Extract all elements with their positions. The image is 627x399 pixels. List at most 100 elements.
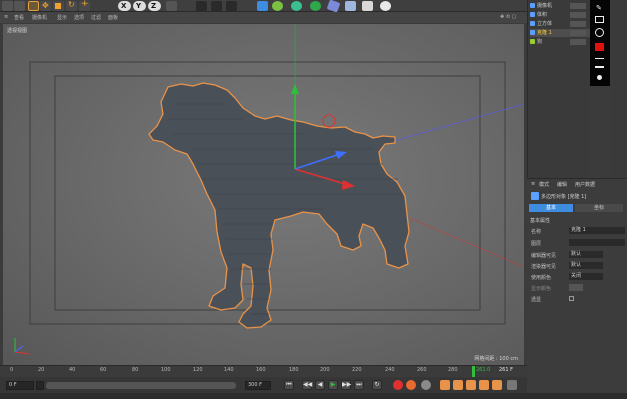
menu-panel[interactable]: 面板	[108, 14, 118, 21]
attr-label-display-color: 显示颜色	[531, 286, 552, 292]
viewport-nav-icons[interactable]: ✥ ⟲ ▢	[500, 14, 516, 20]
attr-menu-mode[interactable]: 模式	[539, 181, 549, 188]
parameter-key-icon[interactable]	[479, 380, 489, 390]
pen-icon[interactable]: ✎	[596, 4, 604, 12]
min-spinner-icon[interactable]	[36, 381, 44, 390]
cube-icon[interactable]	[257, 1, 268, 11]
field-icon[interactable]	[326, 0, 341, 13]
attr-menu-edit[interactable]: 编辑	[557, 181, 567, 188]
timeline-tick: 180	[289, 367, 299, 373]
circle-icon[interactable]	[595, 28, 604, 37]
range-slider[interactable]	[46, 382, 236, 389]
transform-tool-icon[interactable]: +	[79, 0, 90, 11]
point-level-key-icon[interactable]	[492, 380, 502, 390]
tab-basic[interactable]: 基本	[529, 204, 573, 212]
position-key-icon[interactable]	[440, 380, 450, 390]
scale-tool-icon[interactable]	[53, 1, 64, 11]
menu-view[interactable]: 查看	[14, 14, 24, 21]
dot-icon[interactable]	[597, 75, 602, 80]
menu-cameras[interactable]: 摄像机	[32, 14, 47, 21]
render-settings-icon[interactable]	[226, 1, 237, 11]
grid-spacing-label: 网格间距 : 100 cm	[474, 356, 518, 362]
axis-y-button[interactable]: Y	[133, 1, 146, 11]
name-field[interactable]: 克隆 1	[569, 227, 625, 234]
redo-icon[interactable]	[14, 1, 25, 11]
play-button[interactable]: ▶	[328, 380, 338, 390]
scale-key-icon[interactable]	[453, 380, 463, 390]
main-toolbar: ✥ ↻ + X Y Z	[0, 0, 527, 13]
undo-icon[interactable]	[2, 1, 13, 11]
coordinate-system-icon[interactable]	[166, 1, 177, 11]
timeline-tick: 160	[256, 367, 266, 373]
record-keyframe-icon[interactable]	[393, 380, 403, 390]
move-tool-icon[interactable]: ✥	[40, 1, 51, 11]
world-axis-x	[14, 351, 30, 355]
polygon-object-icon	[531, 192, 539, 200]
timeline-tick: 0	[10, 367, 14, 373]
cube-object-icon	[530, 21, 535, 26]
layer-field[interactable]	[569, 239, 625, 246]
object-item-selected[interactable]: 克隆 1	[530, 29, 590, 37]
previous-key-button[interactable]: ◀◀	[302, 380, 312, 390]
attr-menu-icon[interactable]: ≡	[531, 181, 535, 187]
render-picture-icon[interactable]	[211, 1, 222, 11]
line-thick-icon[interactable]	[595, 66, 604, 68]
floor-icon[interactable]	[345, 1, 356, 11]
xray-checkbox[interactable]	[569, 296, 574, 301]
timeline-ruler[interactable]: 0 20 40 60 80 100 120 140 160 180 200 22…	[0, 365, 527, 377]
playhead-marker: 261.0	[476, 367, 491, 373]
timeline-tick: 40	[69, 367, 76, 373]
rotation-key-icon[interactable]	[466, 380, 476, 390]
right-side-gutter	[610, 0, 627, 178]
attr-menu-userdata[interactable]: 用户数据	[575, 181, 595, 188]
axis-x-button[interactable]: X	[118, 1, 131, 11]
select-tool-icon[interactable]	[28, 1, 39, 11]
object-item[interactable]: 体积	[530, 11, 590, 19]
clone-object-icon	[530, 30, 535, 35]
auto-key-icon[interactable]	[406, 380, 416, 390]
editor-visible-dropdown[interactable]: 默认	[569, 251, 603, 258]
keyframe-selection-icon[interactable]	[421, 380, 431, 390]
perspective-viewport[interactable]: 透视视图 网格间距: 100 cm	[3, 24, 524, 365]
red-color-swatch[interactable]	[595, 43, 604, 51]
max-frame-field[interactable]: 300 F	[245, 381, 271, 390]
go-to-start-button[interactable]: ⏮	[284, 380, 294, 390]
attr-label-xray: 透显	[531, 297, 542, 303]
deformer-icon[interactable]	[310, 1, 321, 11]
timeline-tick: 240	[385, 367, 395, 373]
axis-z-button[interactable]: Z	[148, 1, 161, 11]
tab-coordinates[interactable]: 坐标	[575, 204, 623, 212]
previous-frame-button[interactable]: ◀	[315, 380, 325, 390]
light-icon[interactable]	[380, 1, 391, 11]
use-color-dropdown[interactable]: 关闭	[569, 273, 603, 280]
timeline-tick: 140	[224, 367, 234, 373]
timeline-tick: 120	[193, 367, 203, 373]
object-item[interactable]: 摄像机	[530, 2, 590, 10]
menu-display[interactable]: 显示	[57, 14, 67, 21]
status-bar	[0, 393, 627, 399]
generator-icon[interactable]	[291, 1, 302, 11]
render-visible-dropdown[interactable]: 默认	[569, 262, 603, 269]
volume-icon	[530, 12, 535, 17]
object-item[interactable]: 立方体	[530, 20, 590, 28]
display-color-swatch[interactable]	[569, 284, 583, 291]
pen-spline-icon[interactable]	[272, 1, 283, 11]
min-frame-field[interactable]: 0 F	[6, 381, 34, 390]
rectangle-icon[interactable]	[595, 16, 604, 23]
render-view-icon[interactable]	[196, 1, 207, 11]
next-frame-button[interactable]: ▶▶	[341, 380, 351, 390]
timeline-tick: 20	[38, 367, 45, 373]
playhead[interactable]	[472, 366, 475, 377]
line-thin-icon[interactable]	[595, 58, 604, 59]
object-title: 多边形对象 [克隆 1]	[541, 194, 587, 200]
next-key-button[interactable]: ⏭	[354, 380, 364, 390]
menu-options[interactable]: 选项	[74, 14, 84, 21]
timeline-tick: 80	[132, 367, 139, 373]
camera-icon[interactable]	[362, 1, 373, 11]
rotate-tool-icon[interactable]: ↻	[66, 0, 77, 11]
timeline-menu-icon[interactable]	[507, 380, 517, 390]
viewport-menu-icon[interactable]: ≡	[4, 14, 8, 20]
object-item[interactable]: 狗	[530, 38, 590, 46]
menu-filter[interactable]: 过滤	[91, 14, 101, 21]
loop-button[interactable]: ↻	[372, 380, 382, 390]
